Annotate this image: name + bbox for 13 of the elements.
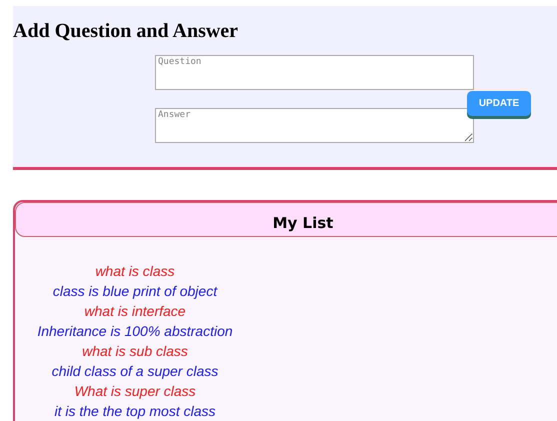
answer-text: class is blue print of object <box>52 282 218 301</box>
list-title: My List <box>272 212 334 234</box>
answer-text: Inheritance is 100% abstraction <box>37 322 233 341</box>
question-text: what is interface <box>84 302 186 321</box>
update-button[interactable]: UPDATE <box>467 91 531 116</box>
question-text: what is sub class <box>82 342 188 361</box>
answer-field[interactable]: Answer <box>155 108 474 143</box>
question-text: What is super class <box>74 382 196 401</box>
form-title: Add Question and Answer <box>13 19 240 41</box>
question-field[interactable]: Question <box>155 55 474 90</box>
question-text: what is class <box>95 262 175 281</box>
answer-text: it is the the top most class <box>54 402 216 421</box>
answer-text: child class of a super class <box>52 362 218 381</box>
